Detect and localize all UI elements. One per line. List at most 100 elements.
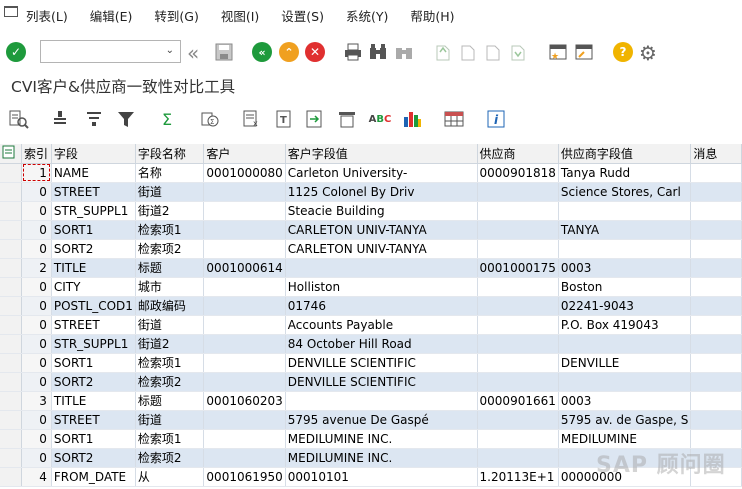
table-cell[interactable]: TITLE <box>51 258 136 278</box>
table-row[interactable]: 0 STREET 街道 5795 avenue De Gaspé 5795 av. de… <box>0 410 742 430</box>
table-row[interactable]: 0 CITY 城市 Holliston Boston <box>0 277 742 297</box>
table-cell[interactable]: MEDILUMINE <box>558 429 692 449</box>
table-cell[interactable]: 0 <box>21 296 52 316</box>
filter-icon[interactable] <box>116 109 136 129</box>
table-cell[interactable]: TITLE <box>51 391 136 411</box>
table-cell[interactable] <box>558 201 692 221</box>
table-cell[interactable]: 0001060203 <box>203 391 286 411</box>
table-cell[interactable] <box>203 372 286 392</box>
table-cell[interactable]: SORT2 <box>51 239 136 259</box>
row-selector[interactable] <box>0 372 23 392</box>
table-cell[interactable]: 街道 <box>135 182 205 202</box>
table-cell[interactable]: 街道 <box>135 315 205 335</box>
table-cell[interactable]: Boston <box>558 277 692 297</box>
table-cell[interactable]: 02241-9043 <box>558 296 692 316</box>
table-row[interactable]: 3 TITLE 标题 0001060203 0000901661 0003 <box>0 391 742 411</box>
table-cell[interactable]: NAME <box>51 163 136 183</box>
table-cell[interactable]: 5795 avenue De Gaspé <box>285 410 478 430</box>
table-cell[interactable] <box>690 239 742 259</box>
table-cell[interactable] <box>690 182 742 202</box>
menu-item[interactable]: 视图(I) <box>221 6 259 25</box>
table-cell[interactable]: 名称 <box>135 163 205 183</box>
table-cell[interactable] <box>203 410 286 430</box>
table-cell[interactable] <box>690 220 742 240</box>
table-cell[interactable]: 1 <box>21 163 52 183</box>
menu-item[interactable]: 转到(G) <box>154 6 198 25</box>
table-row[interactable]: 0 SORT1 检索项1 CARLETON UNIV-TANYA TANYA <box>0 220 742 240</box>
table-cell[interactable]: STREET <box>51 410 136 430</box>
previous-page-icon[interactable] <box>459 42 477 62</box>
exit-icon[interactable]: ⌃ <box>279 42 299 62</box>
table-cell[interactable] <box>558 372 692 392</box>
column-header[interactable]: 消息 <box>690 144 742 164</box>
table-cell[interactable] <box>477 296 559 316</box>
table-cell[interactable]: 0001000080 <box>203 163 286 183</box>
table-cell[interactable] <box>203 277 286 297</box>
table-cell[interactable] <box>285 391 478 411</box>
text-view-icon[interactable]: T <box>274 109 294 129</box>
table-cell[interactable] <box>477 353 559 373</box>
table-cell[interactable] <box>203 201 286 221</box>
row-selector[interactable] <box>0 163 23 183</box>
table-cell[interactable]: 街道2 <box>135 334 205 354</box>
spelling-icon[interactable]: ABC <box>369 109 392 129</box>
row-selector[interactable] <box>0 296 23 316</box>
create-session-icon[interactable]: ★ <box>548 42 568 62</box>
table-cell[interactable]: 1125 Colonel By Driv <box>285 182 478 202</box>
table-cell[interactable] <box>690 315 742 335</box>
table-cell[interactable]: 0001061950 <box>203 467 286 487</box>
row-selector[interactable] <box>0 467 23 487</box>
column-header[interactable]: 字段名称 <box>135 144 205 164</box>
table-cell[interactable]: Tanya Rudd <box>558 163 692 183</box>
table-cell[interactable]: 检索项1 <box>135 220 205 240</box>
column-header[interactable]: 索引 <box>21 144 52 164</box>
table-cell[interactable]: 0003 <box>558 258 692 278</box>
table-cell[interactable] <box>477 429 559 449</box>
table-cell[interactable]: STREET <box>51 315 136 335</box>
menu-item[interactable]: 帮助(H) <box>410 6 454 25</box>
chevron-down-icon[interactable]: ⌄ <box>166 45 174 56</box>
table-cell[interactable]: 0 <box>21 448 52 468</box>
system-menu-icon[interactable] <box>4 6 18 17</box>
table-cell[interactable]: 0 <box>21 429 52 449</box>
row-selector[interactable] <box>0 334 23 354</box>
table-cell[interactable] <box>690 353 742 373</box>
table-row[interactable]: 0 STREET 街道 Accounts Payable P.O. Box 419043 <box>0 315 742 335</box>
send-icon[interactable] <box>305 109 325 129</box>
table-cell[interactable]: 从 <box>135 467 205 487</box>
table-cell[interactable]: DENVILLE SCIENTIFIC <box>285 372 478 392</box>
table-cell[interactable]: POSTL_COD1 <box>51 296 136 316</box>
table-row[interactable]: 0 POSTL_COD1 邮政编码 01746 02241-9043 <box>0 296 742 316</box>
table-cell[interactable]: FROM_DATE <box>51 467 136 487</box>
table-cell[interactable]: 0 <box>21 410 52 430</box>
table-row[interactable]: 0 SORT2 检索项2 CARLETON UNIV-TANYA <box>0 239 742 259</box>
table-cell[interactable]: TANYA <box>558 220 692 240</box>
table-cell[interactable] <box>477 448 559 468</box>
table-cell[interactable]: 邮政编码 <box>135 296 205 316</box>
details-icon[interactable] <box>9 109 29 129</box>
table-cell[interactable]: 2 <box>21 258 52 278</box>
table-cell[interactable]: 0003 <box>558 391 692 411</box>
table-cell[interactable] <box>477 201 559 221</box>
row-selector[interactable] <box>0 448 23 468</box>
table-cell[interactable]: 0 <box>21 239 52 259</box>
table-cell[interactable]: DENVILLE SCIENTIFIC <box>285 353 478 373</box>
row-selector[interactable] <box>0 353 23 373</box>
table-cell[interactable]: 0 <box>21 353 52 373</box>
back-icon[interactable]: « <box>252 42 272 62</box>
table-cell[interactable]: SORT1 <box>51 220 136 240</box>
column-header[interactable]: 供应商 <box>477 144 559 164</box>
table-cell[interactable] <box>203 448 286 468</box>
table-cell[interactable]: DENVILLE <box>558 353 692 373</box>
table-cell[interactable]: MEDILUMINE INC. <box>285 448 478 468</box>
table-cell[interactable]: 标题 <box>135 391 205 411</box>
table-row[interactable]: 1 NAME 名称 0001000080 Carleton University- 000… <box>0 163 742 183</box>
table-cell[interactable]: Accounts Payable <box>285 315 478 335</box>
row-selector[interactable] <box>0 182 23 202</box>
table-cell[interactable]: 检索项2 <box>135 448 205 468</box>
row-selector[interactable] <box>0 258 23 278</box>
table-cell[interactable]: 0000901818 <box>477 163 559 183</box>
enter-icon[interactable]: ✓ <box>6 42 26 62</box>
table-cell[interactable]: 0001000175 <box>477 258 559 278</box>
table-cell[interactable]: 00010101 <box>285 467 478 487</box>
